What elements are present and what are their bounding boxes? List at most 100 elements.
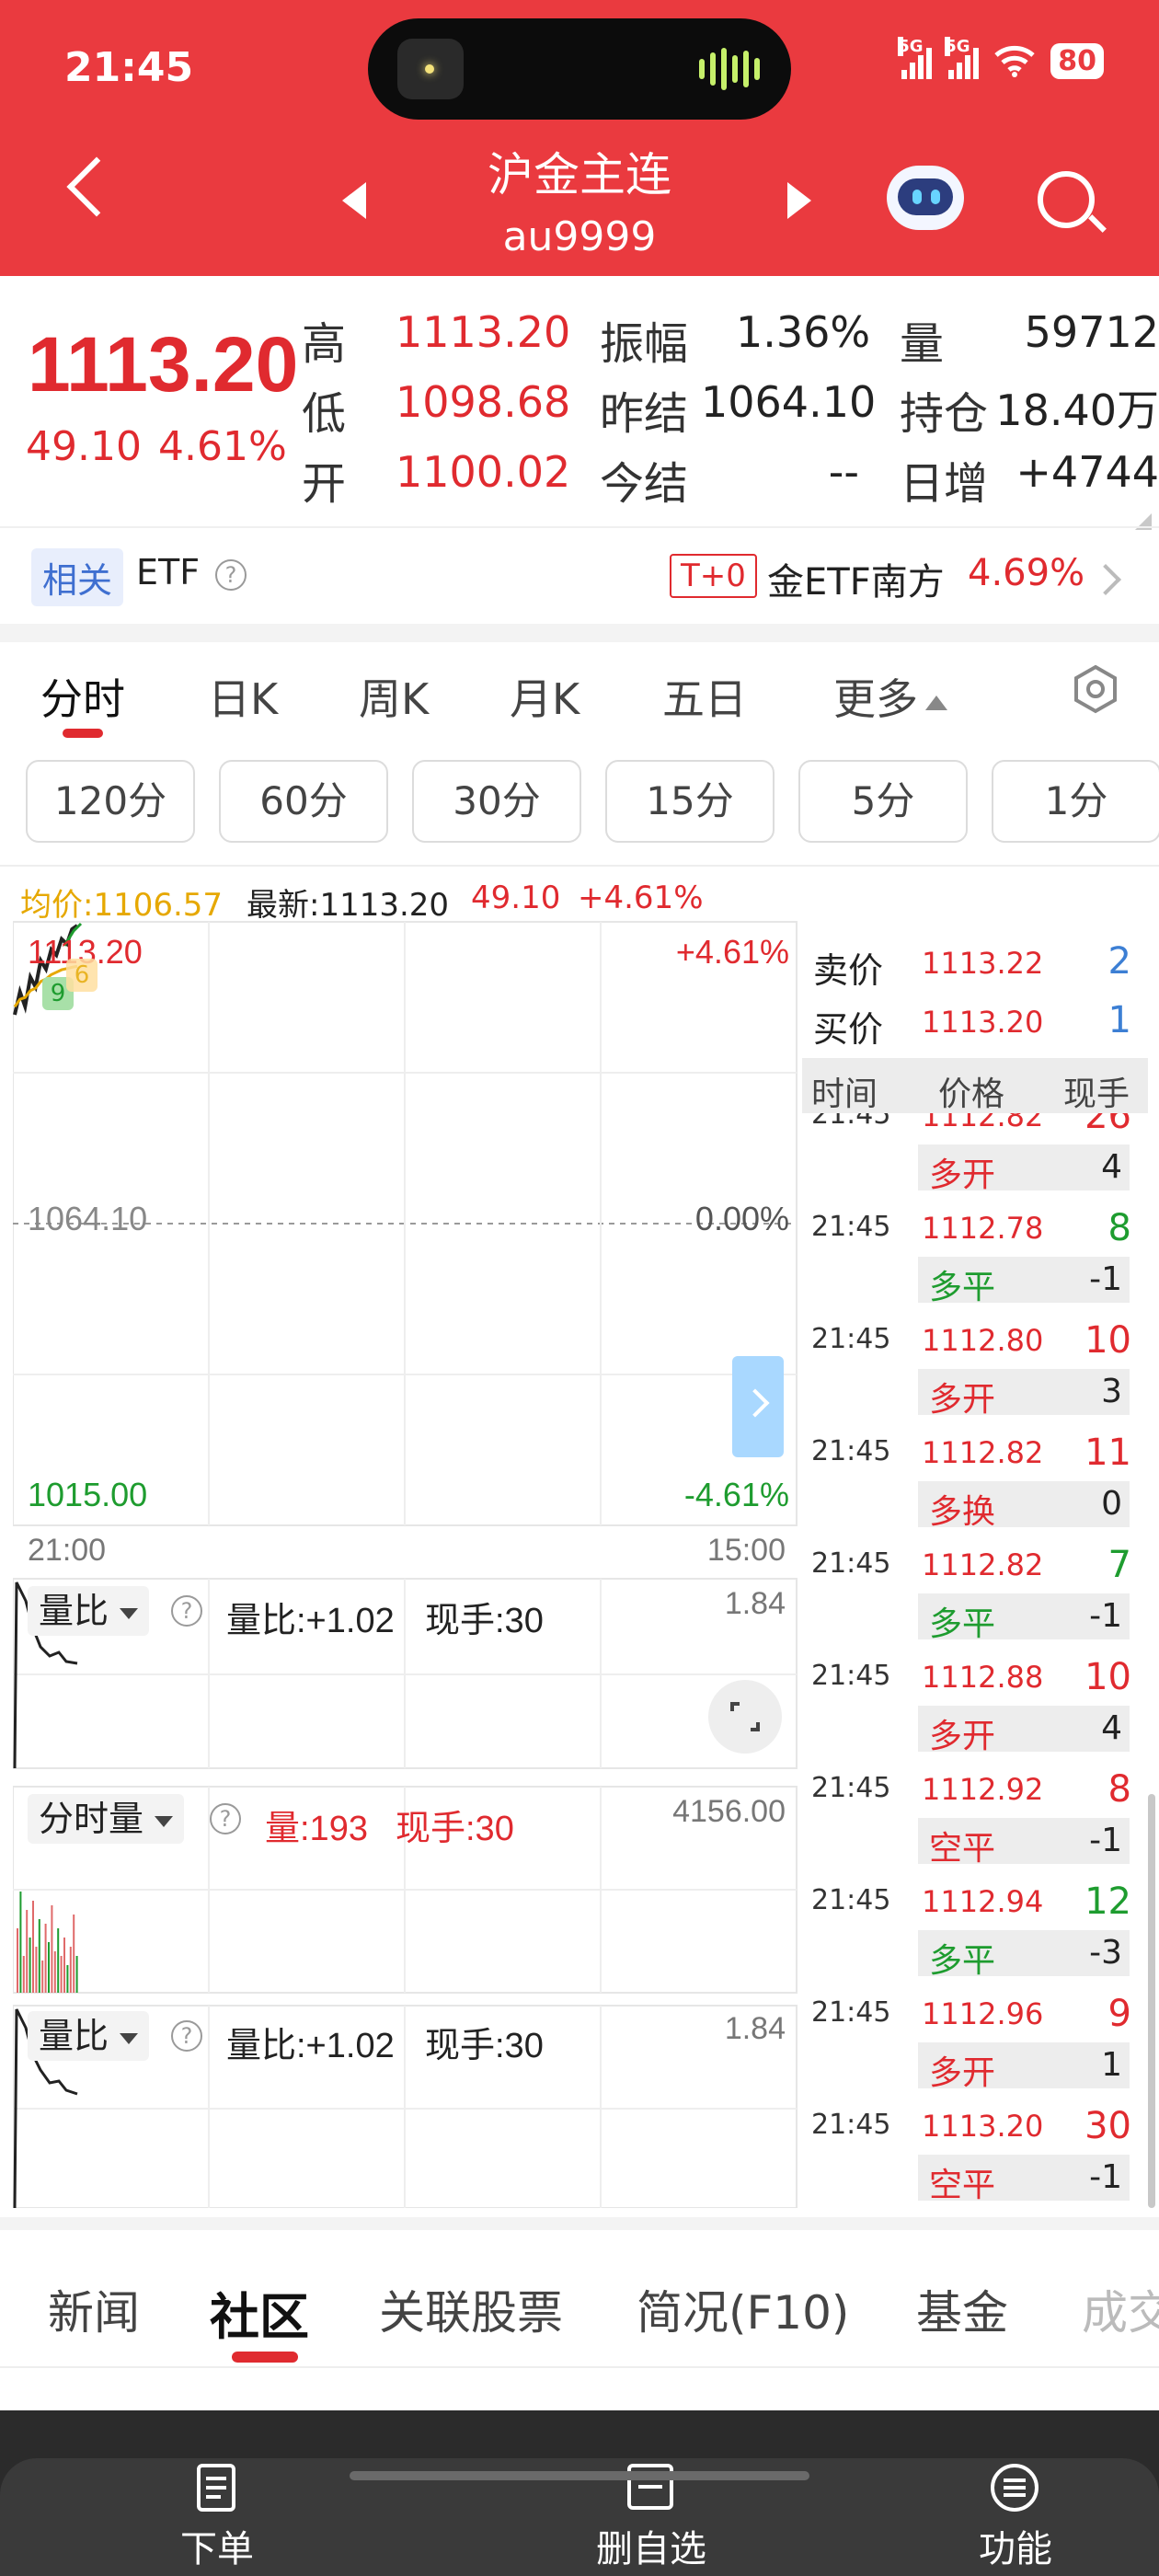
tab-daily-k[interactable]: 日K [208, 666, 278, 727]
time-start: 21:00 [28, 1533, 107, 1568]
status-time: 21:45 [64, 44, 194, 91]
help-icon[interactable]: ? [171, 1595, 202, 1627]
tab-trades[interactable]: 成交 [1082, 2276, 1159, 2342]
tab-five-day[interactable]: 五日 [662, 666, 747, 727]
indicator-selector-1[interactable]: 量比 [28, 1586, 150, 1636]
etf-change-pct: 4.69% [968, 552, 1085, 594]
quote-panel: 1113.20 49.10 4.61% 高 低 开 1113.20 1098.6… [0, 276, 1159, 530]
chart-bottom-pct: -4.61% [683, 1476, 789, 1513]
trade-price: 1112.82 [922, 1547, 1044, 1582]
trade-action: 空平 -1 [918, 1818, 1130, 1868]
trade-qty: 9 [1107, 1993, 1131, 2035]
trade-row: 21:45 1112.82 26 多开 4 [802, 1113, 1148, 1202]
volume-bar [29, 1938, 31, 1993]
content-tabs: 新闻 社区 关联股票 简况(F10) 基金 成交 [0, 2230, 1159, 2368]
volume-bar [35, 1947, 38, 1993]
trade-action: 多开 1 [918, 2042, 1130, 2092]
label-high: 高 [302, 318, 347, 370]
last-price: 1113.20 [28, 321, 299, 408]
price-change-pct: 4.61% [158, 423, 287, 470]
value-daily-increase: +4744 [1016, 447, 1159, 497]
event-badge-6[interactable]: 6 [66, 959, 98, 992]
chevron-right-icon[interactable] [1090, 564, 1121, 595]
tab-funds[interactable]: 基金 [916, 2276, 1008, 2342]
indicator-selector-2[interactable]: 分时量 [28, 1794, 185, 1844]
chart-period-tabs: 分时 日K 周K 月K 五日 更多 [0, 642, 1159, 743]
tab-more[interactable]: 更多 [833, 666, 947, 727]
volume-bar [57, 1928, 60, 1993]
trade-action-type: 多平 [929, 1605, 996, 1643]
etf-label: ETF [136, 552, 201, 592]
trade-qty: 8 [1107, 1207, 1131, 1249]
volume-bar [32, 1901, 34, 1993]
trade-action-type: 多开 [929, 2054, 996, 2092]
etf-name[interactable]: 金ETF南方 [767, 552, 945, 605]
subtab-5min[interactable]: 5分 [798, 760, 968, 843]
trade-list-scrollbar[interactable] [1148, 1794, 1155, 2208]
latest-change-pct: +4.61% [578, 880, 704, 916]
tab-news[interactable]: 新闻 [48, 2276, 140, 2342]
fullscreen-button[interactable] [708, 1680, 782, 1754]
indicator-selector-3[interactable]: 量比 [28, 2011, 150, 2061]
trade-action: 空平 -1 [918, 2155, 1130, 2204]
tab-monthly-k[interactable]: 月K [510, 666, 580, 727]
subtab-30min[interactable]: 30分 [412, 760, 581, 843]
bid-label: 买价 [813, 1009, 884, 1050]
chart-info-line: 均价:1106.57 最新:1113.20 49.10 +4.61% [0, 865, 1159, 924]
dynamic-island [368, 18, 791, 120]
help-icon[interactable]: ? [171, 2020, 202, 2052]
place-order-button[interactable]: 下单 [107, 2458, 327, 2576]
tab-weekly-k[interactable]: 周K [359, 666, 429, 727]
contract-code: au9999 [502, 213, 657, 260]
expand-panel-button[interactable] [732, 1356, 784, 1457]
header-time: 时间 [811, 1075, 878, 1113]
robot-assistant-icon[interactable] [887, 166, 964, 230]
next-contract-icon[interactable] [787, 182, 811, 219]
trade-action: 多平 -1 [918, 1593, 1130, 1643]
trade-position-change: -1 [1089, 1260, 1122, 1298]
trade-price: 1112.88 [922, 1660, 1044, 1695]
chart-bottom-price: 1015.00 [28, 1476, 148, 1513]
help-icon[interactable]: ? [210, 1803, 241, 1834]
related-etf-row[interactable]: 相关 ETF ? T+0 金ETF南方 4.69% [0, 526, 1159, 624]
trade-row: 21:45 1112.78 8 多平 -1 [802, 1202, 1148, 1314]
indicator-2-hand: 现手:30 [396, 1810, 514, 1848]
dropdown-icon [120, 1607, 139, 1619]
search-icon[interactable] [1038, 171, 1095, 228]
status-icons: 5G 5G 80 [898, 37, 1104, 79]
indicator-3-hand: 现手:30 [425, 2027, 544, 2065]
order-document-icon [197, 2464, 235, 2512]
trade-action: 多开 3 [918, 1369, 1130, 1419]
volume-bar [26, 1910, 29, 1993]
tab-related-stocks[interactable]: 关联股票 [379, 2276, 563, 2342]
label-open-interest: 持仓 [900, 388, 989, 440]
trade-list[interactable]: 21:45 1112.82 26 多开 4 21:45 1112.78 8 多平 -1 21:45 1… [802, 1113, 1148, 2208]
settings-hexagon-icon[interactable] [1071, 664, 1120, 714]
function-menu-button[interactable]: 功能 [905, 2458, 1126, 2576]
home-indicator[interactable] [350, 2471, 809, 2480]
tab-community[interactable]: 社区 [210, 2276, 309, 2349]
help-icon[interactable]: ? [215, 559, 247, 591]
subtab-15min[interactable]: 15分 [605, 760, 775, 843]
indicator-1-value: 量比:+1.02 [226, 1602, 395, 1640]
menu-circle-icon [991, 2464, 1039, 2512]
tab-profile-f10[interactable]: 简况(F10) [637, 2276, 849, 2342]
value-today-settle: -- [828, 447, 859, 497]
value-low: 1098.68 [396, 377, 571, 427]
tab-intraday[interactable]: 分时 [40, 666, 125, 727]
volume-bar [73, 1915, 75, 1993]
wifi-icon [994, 45, 1035, 77]
trade-position-change: -1 [1089, 1597, 1122, 1635]
volume-bar [19, 1892, 22, 1993]
volume-bar [22, 1956, 25, 1993]
trade-position-change: -3 [1089, 1934, 1122, 1972]
trade-position-change: -1 [1089, 2158, 1122, 2196]
trade-position-change: 1 [1101, 2046, 1122, 2084]
subtab-1min[interactable]: 1分 [992, 760, 1159, 843]
chart-mid-pct: 0.00% [694, 1200, 789, 1237]
subtab-60min[interactable]: 60分 [219, 760, 388, 843]
indicator-2-max: 4156.00 [672, 1794, 786, 1829]
trade-action-type: 多平 [929, 1942, 996, 1980]
subtab-120min[interactable]: 120分 [26, 760, 195, 843]
intraday-chart[interactable]: 1113.20 +4.61% 1064.10 0.00% 1015.00 -4.… [13, 920, 798, 2208]
